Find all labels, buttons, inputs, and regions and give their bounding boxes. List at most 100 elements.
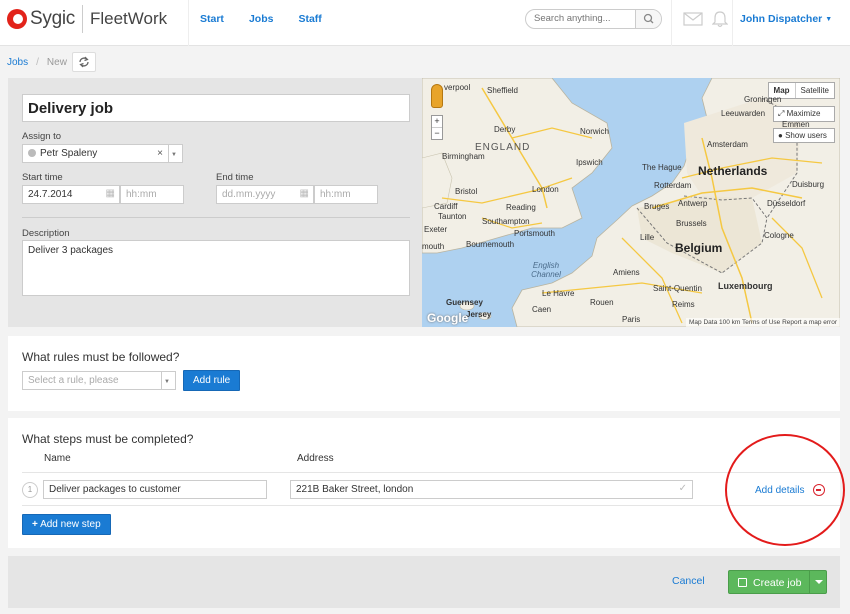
user-menu[interactable]: John Dispatcher ▼: [740, 13, 832, 25]
start-date-input[interactable]: 24.7.2014 ▦: [22, 185, 120, 204]
map-type-satellite-button[interactable]: Satellite: [796, 83, 834, 98]
map-label: Rouen: [590, 298, 614, 307]
nav-staff[interactable]: Staff: [298, 13, 321, 25]
map-label: Norwich: [580, 127, 609, 136]
map-label: Portsmouth: [514, 229, 555, 238]
street-view-pegman-icon[interactable]: [431, 84, 443, 108]
column-header-address: Address: [297, 453, 334, 464]
map-label: Bruges: [644, 202, 670, 211]
search-box: [525, 9, 662, 29]
table-divider: [22, 505, 840, 506]
add-rule-button[interactable]: Add rule: [183, 370, 241, 391]
end-time-label: End time: [216, 172, 254, 183]
map-label: Caen: [532, 305, 552, 314]
calendar-icon[interactable]: ▦: [300, 188, 309, 199]
map-label: Rotterdam: [654, 181, 692, 190]
map-label: Paris: [622, 315, 641, 324]
assignee-value: Petr Spaleny: [40, 148, 98, 159]
map-label: Emmen: [782, 120, 810, 129]
map-label: Le Havre: [542, 289, 575, 298]
map-view[interactable]: + − Map Satellite ⤢ Maximize ● Show user…: [422, 78, 840, 327]
show-users-label: Show users: [785, 131, 827, 140]
zoom-in-button[interactable]: +: [432, 116, 442, 128]
plus-icon: +: [32, 519, 38, 530]
maximize-label: Maximize: [786, 109, 821, 118]
button-split: [809, 571, 810, 593]
map-label: Cologne: [764, 231, 794, 240]
google-logo: Google: [427, 311, 469, 325]
chevron-down-icon: ▼: [164, 379, 170, 385]
nav-jobs[interactable]: Jobs: [249, 13, 274, 25]
start-date-value: 24.7.2014: [28, 189, 73, 200]
assignee-dropdown-button[interactable]: ▼: [168, 144, 183, 163]
map-label: Lille: [640, 233, 655, 242]
description-textarea[interactable]: Deliver 3 packages: [22, 240, 410, 296]
map-label: Belgium: [675, 241, 723, 255]
checkmark-icon: ✓: [678, 483, 687, 494]
logo-divider: [81, 5, 83, 33]
breadcrumb-current: New: [46, 57, 67, 68]
header-divider: [671, 0, 672, 46]
map-label: Taunton: [438, 212, 467, 221]
map-label: Netherlands: [698, 164, 768, 178]
map-label: Duisburg: [792, 180, 825, 189]
map-label: Amiens: [613, 268, 640, 277]
add-step-label: Add new step: [40, 519, 101, 530]
map-attribution[interactable]: Map Data 100 km Terms of Use Report a ma…: [686, 318, 840, 327]
step-name-input[interactable]: Deliver packages to customer: [43, 480, 267, 499]
form-footer: [8, 556, 840, 608]
step-address-input[interactable]: 221B Baker Street, london ✓: [290, 480, 693, 499]
table-divider: [22, 472, 840, 473]
map-label: London: [532, 185, 559, 194]
create-job-button[interactable]: Create job: [728, 570, 827, 594]
map-label: verpool: [444, 83, 471, 92]
bell-icon[interactable]: [712, 10, 728, 28]
assign-label: Assign to: [22, 131, 62, 142]
maximize-icon: ⤢: [778, 109, 785, 118]
step-address-value: 221B Baker Street, london: [296, 484, 414, 495]
chevron-down-icon[interactable]: [815, 580, 823, 584]
save-icon: [738, 578, 747, 587]
end-date-input[interactable]: dd.mm.yyyy ▦: [216, 185, 314, 204]
map-label: Bournemouth: [466, 240, 515, 249]
clear-icon[interactable]: ×: [157, 148, 163, 159]
show-users-button[interactable]: ● Show users: [773, 128, 835, 143]
map-label: Derby: [494, 125, 516, 134]
end-time-input[interactable]: hh:mm: [314, 185, 378, 204]
search-button[interactable]: [635, 10, 661, 28]
start-time-input[interactable]: hh:mm: [120, 185, 184, 204]
cancel-link[interactable]: Cancel: [672, 575, 705, 587]
start-time-label: Start time: [22, 172, 63, 183]
form-divider: [22, 217, 410, 218]
calendar-icon[interactable]: ▦: [106, 188, 115, 199]
add-step-button[interactable]: + Add new step: [22, 514, 111, 535]
highlight-circle: [725, 434, 845, 546]
map-label: Amsterdam: [707, 140, 748, 149]
map-label: Cardiff: [434, 202, 458, 211]
nav-divider: [188, 0, 189, 46]
description-label: Description: [22, 228, 70, 239]
map-label: Guernsey: [446, 298, 483, 307]
refresh-button[interactable]: [72, 52, 96, 72]
zoom-out-button[interactable]: −: [432, 128, 442, 139]
mail-icon[interactable]: [683, 12, 703, 26]
map-label: Leeuwarden: [721, 109, 766, 118]
map-label: English Channel: [531, 261, 561, 279]
logo[interactable]: Sygic FleetWork: [7, 4, 167, 34]
breadcrumb-separator: /: [36, 57, 39, 68]
rules-heading: What rules must be followed?: [22, 350, 180, 364]
zoom-control: + −: [431, 115, 443, 140]
column-header-name: Name: [44, 453, 71, 464]
user-icon: ●: [778, 131, 783, 140]
job-title-input[interactable]: Delivery job: [22, 94, 410, 122]
breadcrumb-jobs[interactable]: Jobs: [7, 57, 28, 68]
map-label: Bristol: [455, 187, 478, 196]
nav-start[interactable]: Start: [200, 13, 224, 25]
map-label: Luxembourg: [718, 281, 773, 291]
assignee-select[interactable]: Petr Spaleny ×: [22, 144, 169, 163]
search-input[interactable]: [534, 13, 632, 24]
map-label: Ipswich: [576, 158, 603, 167]
user-name: John Dispatcher: [740, 13, 823, 25]
rule-dropdown-button[interactable]: ▼: [161, 371, 176, 390]
rule-select[interactable]: Select a rule, please: [22, 371, 162, 390]
